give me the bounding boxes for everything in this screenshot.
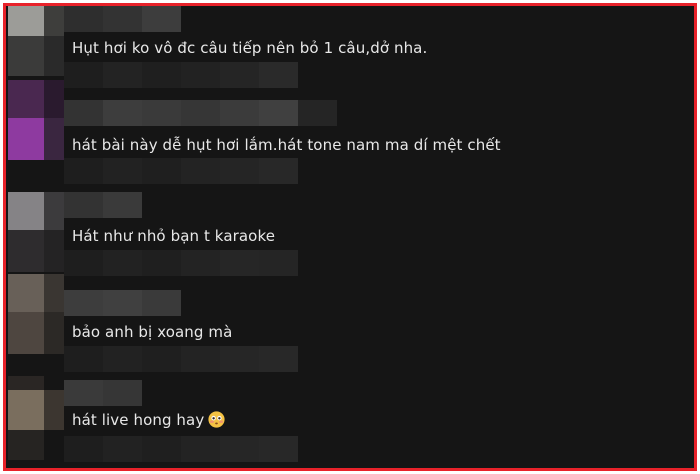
comment-item: hát bài này dễ hụt hơi lắm.hát tone nam … <box>6 80 694 184</box>
flushed-face-icon <box>208 411 225 428</box>
avatar[interactable] <box>8 80 64 166</box>
comment-text: bảo anh bị xoang mà <box>72 323 233 341</box>
comment-item: hát live hong hay <box>6 376 694 468</box>
comment-text: hát bài này dễ hụt hơi lắm.hát tone nam … <box>72 136 501 154</box>
avatar[interactable] <box>8 376 64 462</box>
comment-text: hát live hong hay <box>72 410 225 430</box>
comment-text: Hát như nhỏ bạn t karaoke <box>72 227 276 245</box>
comment-item: bảo anh bị xoang mà <box>6 274 694 372</box>
avatar[interactable] <box>8 274 64 360</box>
comment-text-content: hát live hong hay <box>72 411 205 429</box>
comment-screenshot-frame: Hụt hơi ko vô đc câu tiếp nên bỏ 1 câu,d… <box>3 3 697 471</box>
avatar[interactable] <box>8 192 64 278</box>
comment-text: Hụt hơi ko vô đc câu tiếp nên bỏ 1 câu,d… <box>72 39 428 57</box>
comment-item: Hát như nhỏ bạn t karaoke <box>6 192 694 284</box>
